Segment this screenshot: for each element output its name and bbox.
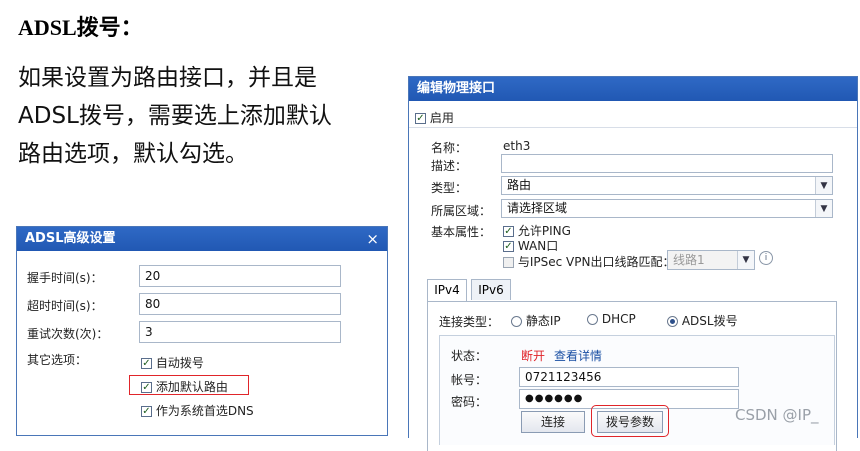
line-select-value: 线路1 (673, 253, 705, 267)
status-detail-link[interactable]: 查看详情 (554, 347, 602, 364)
chevron-down-icon[interactable]: ▼ (815, 200, 832, 217)
primary-dns-label: 作为系统首选DNS (155, 404, 254, 418)
edit-dialog-titlebar: 编辑物理接口 (409, 77, 857, 101)
zone-select[interactable]: 请选择区域 ▼ (501, 199, 833, 218)
doc-line-1: 如果设置为路由接口，并且是 (18, 65, 317, 91)
type-select-value: 路由 (507, 178, 532, 192)
retry-input[interactable]: 3 (139, 321, 341, 343)
zone-select-value: 请选择区域 (507, 201, 568, 215)
watermark: CSDN @IP_ (735, 406, 819, 424)
check-icon[interactable]: ✓ (415, 113, 426, 124)
enable-label: 启用 (429, 111, 454, 125)
other-options-label: 其它选项： (27, 353, 88, 367)
adsl-dialog-titlebar: ADSL高级设置 × (17, 227, 387, 251)
close-icon[interactable]: × (366, 227, 379, 251)
option-auto-dial[interactable]: ✓ 自动拨号 (141, 354, 204, 371)
allow-ping-label: 允许PING (517, 224, 571, 238)
retry-label: 重试次数(次)： (27, 327, 109, 341)
timeout-input[interactable]: 80 (139, 293, 341, 315)
type-select[interactable]: 路由 ▼ (501, 176, 833, 195)
enable-checkbox-row[interactable]: ✓ 启用 (415, 109, 454, 126)
password-label: 密码： (451, 395, 488, 409)
check-icon[interactable]: ✓ (141, 382, 152, 393)
name-label: 名称： (431, 141, 468, 155)
adsl-advanced-dialog: ADSL高级设置 × 握手时间(s)： 20 超时时间(s)： 80 重试次数(… (16, 226, 388, 436)
description-label: 描述： (431, 159, 468, 173)
radio-selected-icon[interactable] (667, 316, 678, 327)
check-icon[interactable]: ✓ (141, 358, 152, 369)
doc-line-3: 路由选项，默认勾选。 (18, 141, 248, 167)
chevron-down-icon[interactable]: ▼ (815, 177, 832, 194)
doc-title: ADSL拨号： (18, 15, 143, 40)
auto-dial-label: 自动拨号 (155, 356, 204, 370)
name-value: eth3 (503, 139, 531, 153)
radio-dhcp[interactable]: DHCP (587, 312, 636, 326)
type-label: 类型： (431, 181, 468, 195)
check-icon[interactable]: ✓ (503, 241, 514, 252)
handshake-input[interactable]: 20 (139, 265, 341, 287)
radio-static-ip[interactable]: 静态IP (511, 312, 561, 329)
info-icon[interactable]: i (759, 251, 773, 265)
option-default-route[interactable]: ✓ 添加默认路由 (141, 378, 228, 395)
description-input[interactable] (501, 154, 833, 173)
ipsec-match-label: 与IPSec VPN出口线路匹配： (517, 255, 675, 269)
edit-interface-dialog: 编辑物理接口 ✓ 启用 名称： eth3 描述： 类型： 路由 ▼ 所属区域： … (408, 76, 858, 451)
tab-ipv4[interactable]: IPv4 (427, 279, 467, 301)
zone-label: 所属区域： (431, 204, 492, 218)
tab-ipv6[interactable]: IPv6 (471, 279, 511, 300)
default-route-label: 添加默认路由 (155, 380, 228, 394)
basic-attr-label: 基本属性： (431, 225, 492, 239)
radio-adsl-label: ADSL拨号 (681, 314, 738, 328)
option-primary-dns[interactable]: ✓ 作为系统首选DNS (141, 402, 254, 419)
timeout-label: 超时时间(s)： (27, 299, 103, 313)
wan-port-label: WAN口 (517, 239, 559, 253)
chevron-down-icon[interactable]: ▼ (737, 251, 754, 269)
adsl-dialog-title: ADSL高级设置 (25, 231, 116, 246)
doc-line-2: ADSL拨号，需要选上添加默认 (18, 103, 332, 129)
checkbox-icon[interactable] (503, 257, 514, 268)
account-input[interactable]: 0721123456 (519, 367, 739, 387)
status-value: 断开 (521, 349, 546, 363)
divider (409, 127, 857, 128)
dial-params-button[interactable]: 拨号参数 (597, 411, 663, 433)
ipsec-match-option[interactable]: 与IPSec VPN出口线路匹配： (503, 253, 674, 270)
radio-icon[interactable] (511, 316, 522, 327)
check-icon[interactable]: ✓ (141, 406, 152, 417)
handshake-label: 握手时间(s)： (27, 271, 103, 285)
check-icon[interactable]: ✓ (503, 226, 514, 237)
status-label: 状态： (451, 349, 488, 363)
line-select[interactable]: 线路1 ▼ (667, 250, 755, 270)
radio-dhcp-label: DHCP (601, 312, 636, 326)
radio-icon[interactable] (587, 314, 598, 325)
connect-button[interactable]: 连接 (521, 411, 585, 433)
radio-static-label: 静态IP (525, 314, 561, 328)
edit-dialog-title: 编辑物理接口 (417, 81, 496, 96)
account-label: 帐号： (451, 373, 488, 387)
radio-adsl[interactable]: ADSL拨号 (667, 312, 738, 329)
wan-port-option[interactable]: ✓ WAN口 (503, 237, 558, 254)
connection-type-label: 连接类型： (439, 315, 500, 329)
